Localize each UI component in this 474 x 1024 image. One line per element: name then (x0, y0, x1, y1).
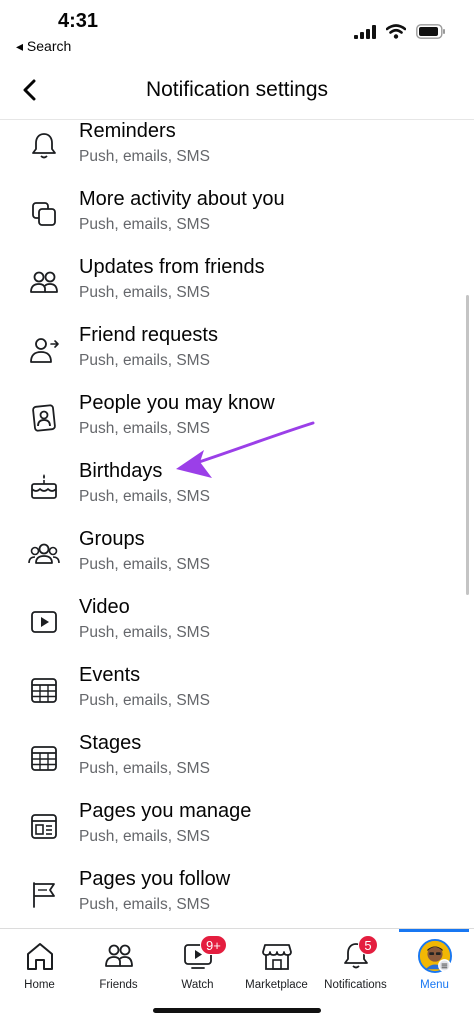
wifi-icon (386, 24, 406, 39)
setting-subtitle: Push, emails, SMS (79, 624, 210, 641)
calendar-icon (28, 674, 60, 706)
status-bar: 4:31 ◂ Search (0, 0, 474, 60)
setting-subtitle: Push, emails, SMS (79, 216, 210, 233)
tab-watch[interactable]: 9+ Watch (158, 929, 237, 1001)
squares-icon (28, 198, 60, 230)
page-title: Notification settings (145, 78, 329, 101)
marketplace-icon (260, 939, 294, 973)
setting-title: Birthdays (79, 460, 163, 482)
status-time: 4:31 (58, 10, 99, 32)
setting-title: Updates from friends (79, 256, 265, 278)
setting-subtitle: Push, emails, SMS (79, 692, 210, 709)
scrollbar[interactable] (466, 295, 469, 595)
cellular-signal-icon (354, 24, 376, 39)
setting-subtitle: Push, emails, SMS (79, 284, 210, 301)
setting-row-reminders[interactable]: Reminders Push, emails, SMS (0, 120, 474, 194)
battery-icon (416, 24, 445, 39)
setting-title: People you may know (79, 392, 275, 414)
back-to-search-link[interactable]: ◂ Search (16, 38, 71, 55)
friends-icon (102, 939, 136, 973)
setting-row-more-activity[interactable]: More activity about you Push, emails, SM… (0, 188, 474, 262)
setting-title: Pages you follow (79, 868, 231, 890)
page-manage-icon (28, 810, 60, 842)
setting-row-updates-from-friends[interactable]: Updates from friends Push, emails, SMS (0, 256, 474, 330)
setting-title: Stages (79, 732, 142, 754)
groups-icon (28, 538, 60, 570)
tab-label: Marketplace (245, 979, 308, 991)
notifications-badge: 5 (358, 935, 378, 955)
setting-subtitle: Push, emails, SMS (79, 488, 210, 505)
setting-title: More activity about you (79, 188, 285, 210)
setting-row-events[interactable]: Events Push, emails, SMS (0, 664, 474, 738)
setting-row-groups[interactable]: Groups Push, emails, SMS (0, 528, 474, 602)
tab-label: Home (24, 979, 55, 991)
setting-subtitle: Push, emails, SMS (79, 148, 210, 165)
tab-friends[interactable]: Friends (79, 929, 158, 1001)
home-indicator (153, 1008, 321, 1013)
page-header: Notification settings (0, 60, 474, 120)
stages-grid-icon (28, 742, 60, 774)
setting-row-friend-requests[interactable]: Friend requests Push, emails, SMS (0, 324, 474, 398)
tab-label: Friends (99, 979, 138, 991)
tab-label: Menu (420, 979, 449, 991)
avatar (417, 939, 452, 973)
setting-title: Events (79, 664, 141, 686)
people-photo-icon (28, 402, 60, 434)
notification-settings-list[interactable]: Reminders Push, emails, SMS More activit… (0, 120, 474, 928)
setting-subtitle: Push, emails, SMS (79, 352, 210, 369)
setting-title: Friend requests (79, 324, 218, 346)
tab-marketplace[interactable]: Marketplace (237, 929, 316, 1001)
video-icon (28, 606, 60, 638)
tab-home[interactable]: Home (0, 929, 79, 1001)
home-icon (23, 939, 57, 973)
friend-request-icon (28, 334, 60, 366)
setting-row-birthdays[interactable]: Birthdays Push, emails, SMS (0, 460, 474, 534)
status-icons (354, 24, 446, 39)
setting-title: Video (79, 596, 130, 618)
setting-title: Reminders (79, 120, 176, 142)
tab-label: Notifications (324, 979, 387, 991)
tab-menu[interactable]: Menu (395, 929, 474, 1001)
setting-subtitle: Push, emails, SMS (79, 828, 210, 845)
tab-label: Watch (181, 979, 214, 991)
setting-row-people-you-may-know[interactable]: People you may know Push, emails, SMS (0, 392, 474, 466)
tab-notifications[interactable]: 5 Notifications (316, 929, 395, 1001)
setting-title: Pages you manage (79, 800, 252, 822)
setting-subtitle: Push, emails, SMS (79, 760, 210, 777)
watch-badge: 9+ (200, 935, 227, 955)
setting-row-pages-you-manage[interactable]: Pages you manage Push, emails, SMS (0, 800, 474, 874)
setting-subtitle: Push, emails, SMS (79, 896, 210, 913)
setting-subtitle: Push, emails, SMS (79, 556, 210, 573)
setting-title: Groups (79, 528, 145, 550)
friends-icon (28, 266, 60, 298)
setting-row-pages-you-follow[interactable]: Pages you follow Push, emails, SMS (0, 868, 474, 928)
setting-row-stages[interactable]: Stages Push, emails, SMS (0, 732, 474, 806)
flag-icon (28, 878, 60, 910)
setting-subtitle: Push, emails, SMS (79, 420, 210, 437)
birthday-cake-icon (28, 470, 60, 502)
bell-icon (28, 130, 60, 162)
setting-row-video[interactable]: Video Push, emails, SMS (0, 596, 474, 670)
